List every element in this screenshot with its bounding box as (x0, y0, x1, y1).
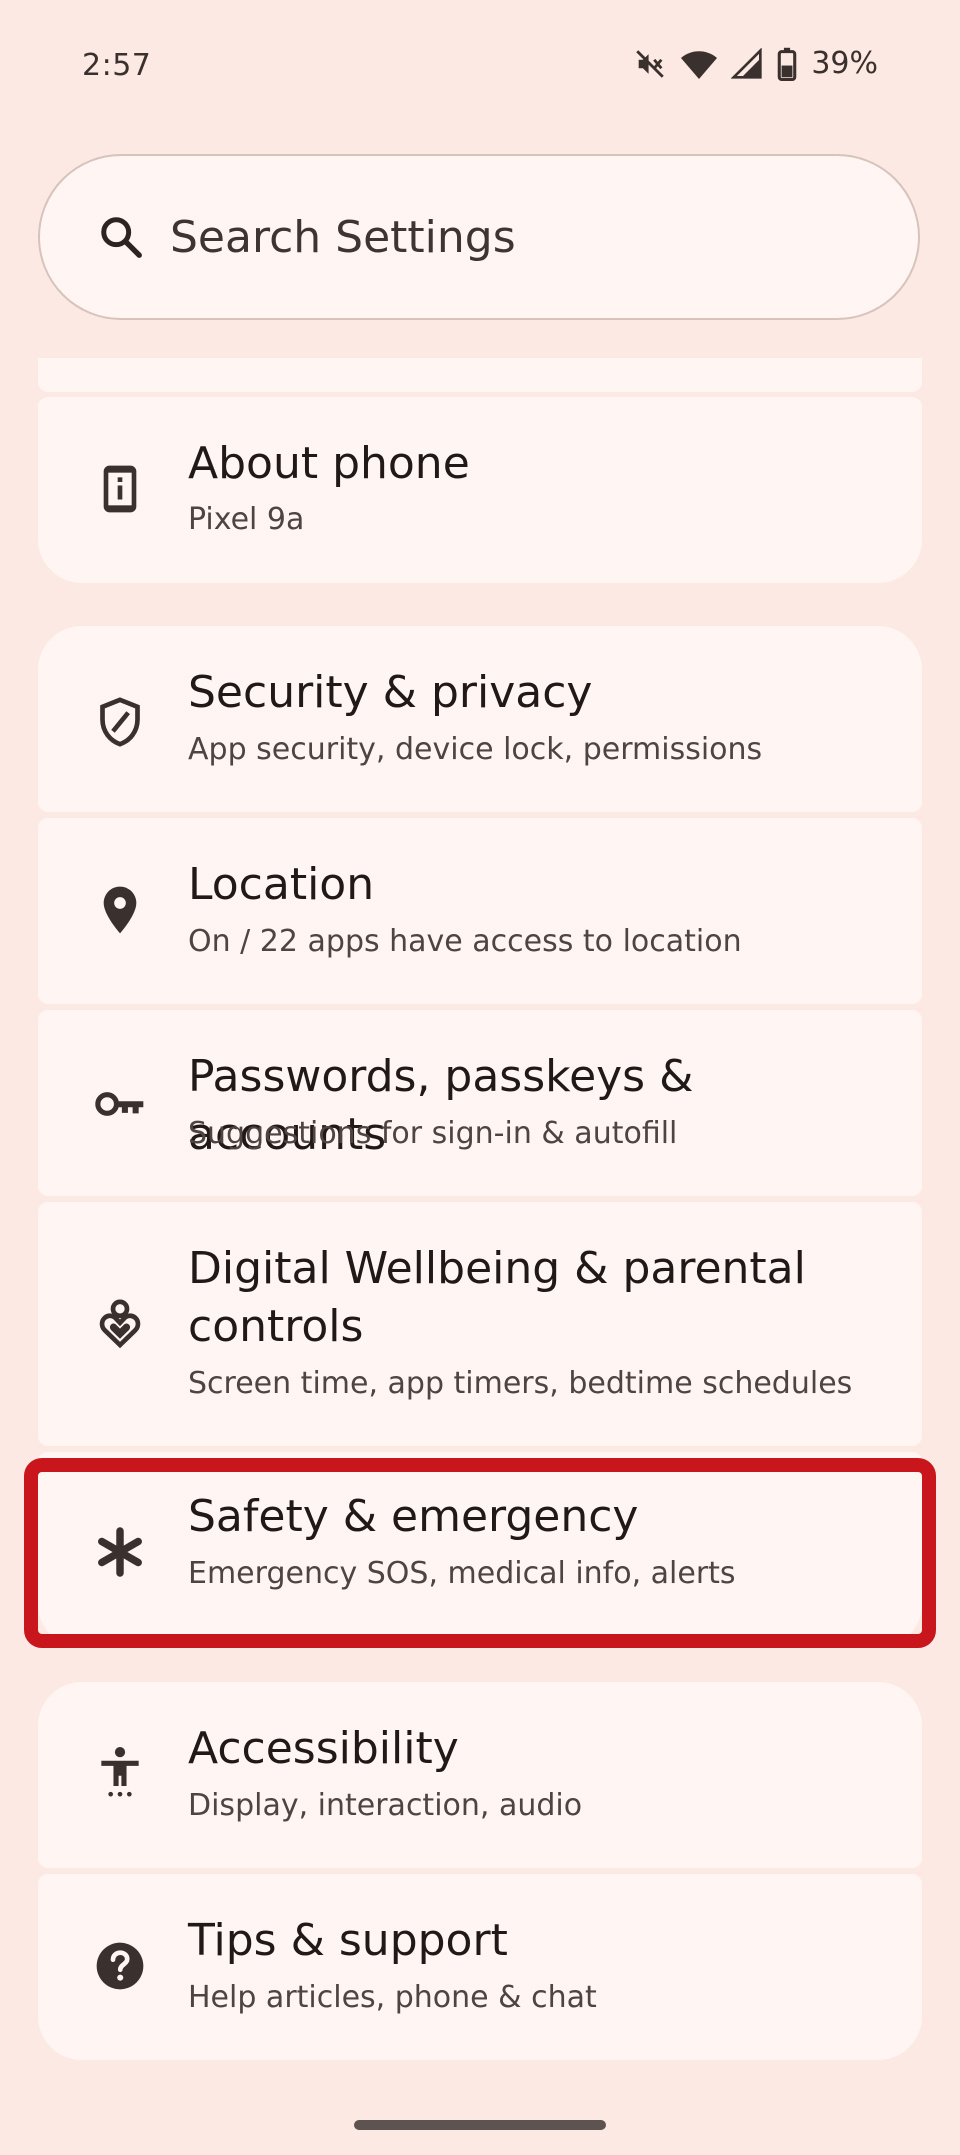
signal-icon (731, 47, 763, 80)
item-subtitle: Suggestions for sign-in & autofill (188, 1116, 678, 1151)
settings-item-wellbeing[interactable]: Digital Wellbeing & parental controls Sc… (38, 1202, 922, 1446)
item-subtitle: Emergency SOS, medical info, alerts (188, 1556, 736, 1591)
settings-item-location[interactable]: Location On / 22 apps have access to loc… (38, 818, 922, 1004)
status-time: 2:57 (82, 48, 152, 83)
settings-item-security[interactable]: Security & privacy App security, device … (38, 626, 922, 812)
item-subtitle: Display, interaction, audio (188, 1788, 583, 1823)
phone-info-icon (92, 461, 148, 517)
search-bar[interactable]: Search Settings (38, 154, 920, 320)
status-bar: 2:57 39% (0, 0, 960, 130)
item-subtitle: Screen time, app timers, bedtime schedul… (188, 1366, 853, 1401)
item-title: Tips & support (188, 1915, 508, 1966)
item-title: Digital Wellbeing & parental controls (188, 1243, 806, 1352)
item-subtitle: App security, device lock, permissions (188, 732, 763, 767)
status-icons: 39% (633, 46, 878, 81)
item-subtitle: Pixel 9a (188, 502, 305, 537)
asterisk-icon (92, 1524, 148, 1580)
item-title: Security & privacy (188, 667, 593, 718)
accessibility-icon (92, 1744, 148, 1800)
settings-item-tips[interactable]: Tips & support Help articles, phone & ch… (38, 1874, 922, 2060)
search-icon (98, 214, 144, 260)
item-title: Location (188, 859, 375, 910)
search-placeholder: Search Settings (170, 211, 516, 263)
wifi-icon (681, 47, 718, 81)
item-title: Accessibility (188, 1723, 459, 1774)
battery-percent: 39% (811, 46, 878, 81)
settings-item-about-phone[interactable]: About phone Pixel 9a (38, 397, 922, 583)
settings-item-accessibility[interactable]: Accessibility Display, interaction, audi… (38, 1682, 922, 1868)
item-title: Safety & emergency (188, 1491, 639, 1542)
location-pin-icon (92, 882, 148, 938)
item-title: About phone (188, 438, 470, 489)
key-icon (92, 1076, 148, 1132)
item-subtitle: On / 22 apps have access to location (188, 924, 742, 959)
item-subtitle: Help articles, phone & chat (188, 1980, 597, 2015)
previous-settings-group-edge (38, 358, 922, 392)
settings-item-passwords[interactable]: Passwords, passkeys & accounts Suggestio… (38, 1010, 922, 1196)
shield-icon (92, 694, 148, 750)
settings-item-safety[interactable]: Safety & emergency Emergency SOS, medica… (38, 1452, 922, 1648)
home-indicator[interactable] (354, 2120, 606, 2130)
settings-screen: 2:57 39% Search Settings About phone Pix… (0, 0, 960, 2155)
mute-icon (633, 47, 667, 81)
battery-icon (777, 47, 797, 81)
wellbeing-heart-icon (92, 1296, 148, 1352)
help-icon (92, 1938, 148, 1994)
